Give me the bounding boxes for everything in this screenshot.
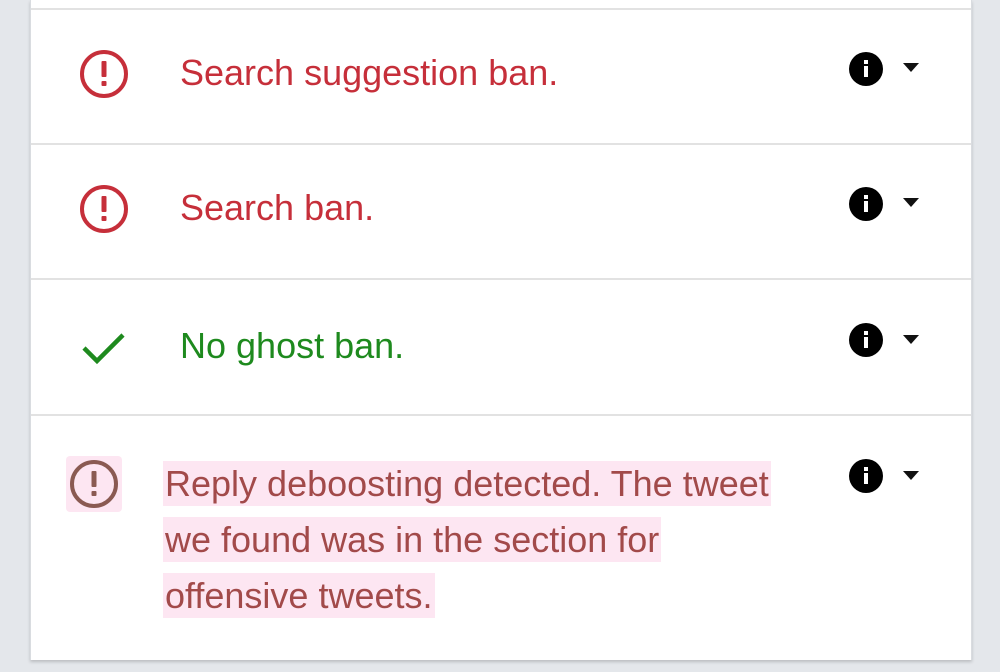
info-icon[interactable] — [849, 459, 883, 493]
result-message: Reply deboosting detected. The tweet we … — [163, 456, 803, 624]
exclamation-circle-icon — [66, 456, 122, 512]
caret-down-icon[interactable] — [903, 198, 919, 208]
result-message: No ghost ban. — [180, 325, 405, 366]
results-card: Search suggestion ban. Search ban. No gh… — [30, 0, 972, 660]
exclamation-circle-icon — [78, 48, 130, 100]
exclamation-circle-icon — [78, 183, 130, 235]
info-icon[interactable] — [849, 323, 883, 357]
checkmark-icon — [78, 321, 130, 373]
result-row-reply-deboosting: Reply deboosting detected. The tweet we … — [31, 416, 971, 660]
result-message: Search ban. — [180, 187, 375, 228]
result-row-search-ban: Search ban. — [31, 145, 971, 280]
caret-down-icon[interactable] — [903, 63, 919, 73]
info-icon[interactable] — [849, 187, 883, 221]
result-message-text: Reply deboosting detected. The tweet we … — [163, 461, 771, 618]
info-icon[interactable] — [849, 52, 883, 86]
caret-down-icon[interactable] — [903, 471, 919, 481]
result-message: Search suggestion ban. — [180, 52, 559, 93]
caret-down-icon[interactable] — [903, 335, 919, 345]
result-row-ghost-ban: No ghost ban. — [31, 281, 971, 416]
result-row-search-suggestion-ban: Search suggestion ban. — [31, 10, 971, 145]
